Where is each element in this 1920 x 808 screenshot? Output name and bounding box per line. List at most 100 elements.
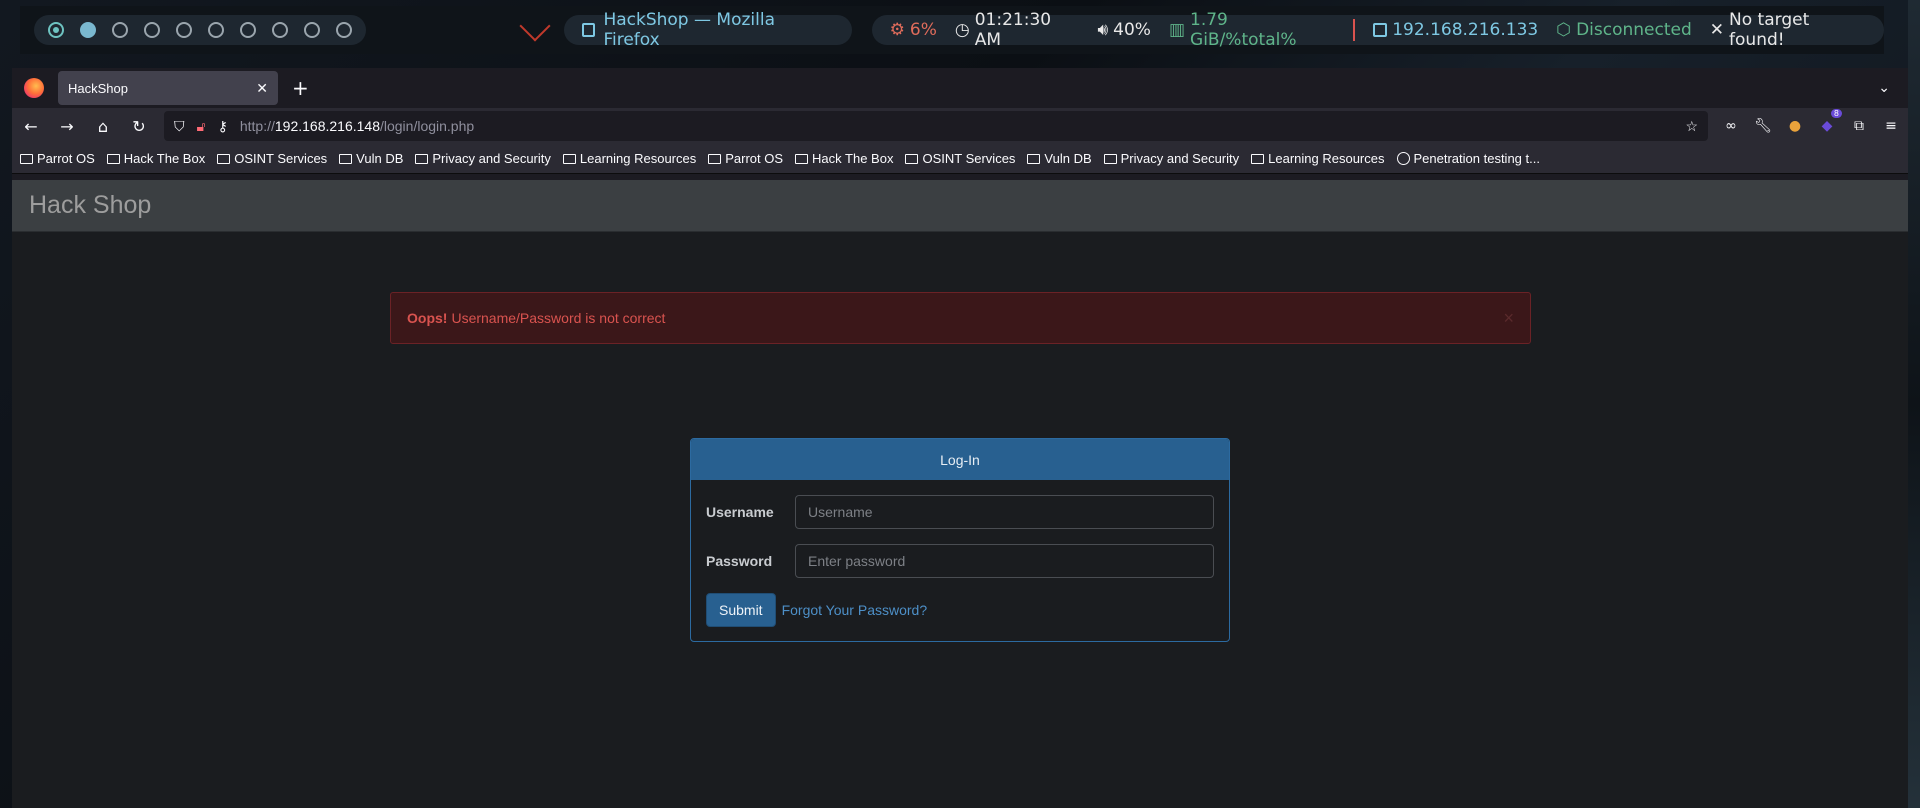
top-status-bar: HackShop — Mozilla Firefox ⚙ 6% ◷ 01:21:30…: [20, 6, 1884, 54]
globe-icon: [1396, 152, 1410, 165]
bookmark-item[interactable]: Privacy and Security: [1103, 151, 1239, 166]
bookmark-item[interactable]: Parrot OS: [708, 151, 783, 166]
vpn-icon: ⬡: [1556, 20, 1572, 40]
mask-icon[interactable]: ∞: [1722, 117, 1740, 135]
username-input[interactable]: Username: [795, 495, 1214, 529]
workspace-8[interactable]: [272, 22, 288, 38]
workspace-3[interactable]: [112, 22, 128, 38]
workspace-switcher: [34, 15, 366, 45]
forgot-password-link[interactable]: Forgot Your Password?: [782, 602, 928, 618]
workspace-7[interactable]: [240, 22, 256, 38]
window-title-pill: HackShop — Mozilla Firefox: [563, 10, 852, 50]
workspace-6[interactable]: [208, 22, 224, 38]
shield-icon[interactable]: ⛉: [174, 118, 185, 135]
web-page: Hack Shop Oops! Username/Password is not…: [12, 180, 1908, 808]
window-title: HackShop — Mozilla Firefox: [603, 10, 775, 50]
bookmark-item[interactable]: Parrot OS: [20, 151, 95, 166]
close-tab-icon[interactable]: ✕: [256, 80, 268, 97]
bookmark-label: Learning Resources: [579, 151, 697, 166]
workspace-1[interactable]: [48, 22, 64, 38]
password-input[interactable]: Enter password: [795, 544, 1214, 578]
login-heading: Log-In: [691, 439, 1229, 480]
target-stat: ✕ No target found!: [1709, 10, 1810, 50]
bookmark-item[interactable]: Hack The Box: [795, 151, 893, 166]
folder-icon: [905, 153, 919, 164]
memory-stat: ▥ 1.79 GiB/%total%: [1168, 10, 1297, 50]
bookmark-label: Vuln DB: [356, 151, 404, 166]
tab-bar: HackShop ✕ + ⌄: [12, 68, 1908, 108]
folder-icon: [106, 153, 120, 164]
system-stats: ⚙ 6% ◷ 01:21:30 AM 🔊︎ 40% ▥ 1.79 GiB/%total%…: [871, 10, 1884, 50]
navigation-toolbar: ← → ⌂ ↻ ⛉ 🔓︎ ⚷ http://192.168.216.148/lo…: [12, 108, 1908, 144]
folder-icon: [339, 153, 353, 164]
bookmark-item[interactable]: Penetration testing t...: [1396, 151, 1540, 166]
bookmark-item[interactable]: Learning Resources: [562, 151, 697, 166]
username-label: Username: [706, 504, 774, 520]
clock-stat: ◷ 01:21:30 AM: [954, 10, 1052, 50]
window-icon: [581, 23, 596, 37]
site-brand[interactable]: Hack Shop: [29, 191, 151, 220]
bookmarks-toolbar: Parrot OS Hack The Box OSINT Services Vuln …: [12, 144, 1908, 174]
folder-icon: [20, 153, 33, 164]
bookmark-star-icon[interactable]: ☆: [1685, 118, 1698, 135]
url-bar[interactable]: ⛉ 🔓︎ ⚷ http://192.168.216.148/login/logi…: [164, 111, 1708, 141]
folder-icon: [1103, 153, 1117, 164]
tab-hackshop[interactable]: HackShop ✕: [58, 71, 278, 105]
firefox-window: HackShop ✕ + ⌄ ← → ⌂ ↻ ⛉ 🔓︎ ⚷ http://192…: [12, 68, 1908, 808]
volume-stat[interactable]: 🔊︎ 40%: [1097, 20, 1151, 40]
forward-button[interactable]: →: [56, 117, 78, 136]
bookmark-label: Vuln DB: [1044, 151, 1092, 166]
new-tab-button[interactable]: +: [292, 76, 309, 100]
reload-button[interactable]: ↻: [128, 117, 150, 136]
wrench-icon[interactable]: 🔧︎: [1754, 117, 1772, 135]
workspace-2[interactable]: [80, 22, 96, 38]
workspace-4[interactable]: [144, 22, 160, 38]
bookmark-item[interactable]: OSINT Services: [217, 151, 327, 166]
error-alert: Oops! Username/Password is not correct ×: [390, 292, 1531, 344]
login-panel: Log-In Username Username Password Enter …: [690, 438, 1230, 642]
bookmark-label: OSINT Services: [234, 151, 328, 166]
username-row: Username Username: [691, 495, 1229, 529]
firefox-icon: [24, 78, 44, 98]
vpn-stat: ⬡ Disconnected: [1556, 20, 1692, 40]
login-actions: Submit Forgot Your Password?: [691, 593, 1229, 627]
folder-icon: [708, 153, 722, 164]
extensions-icon[interactable]: ⧉: [1850, 117, 1868, 135]
password-label: Password: [706, 553, 773, 569]
clock-icon: ◷: [954, 20, 970, 40]
workspace-5[interactable]: [176, 22, 192, 38]
home-button[interactable]: ⌂: [92, 117, 114, 136]
bookmark-label: Hack The Box: [812, 151, 894, 166]
bookmark-item[interactable]: Vuln DB: [1027, 151, 1092, 166]
key-icon[interactable]: ⚷: [218, 118, 228, 135]
alert-close-button[interactable]: ×: [1503, 308, 1514, 329]
parrot-logo-icon: [516, 15, 550, 45]
bookmark-item[interactable]: Privacy and Security: [415, 151, 551, 166]
bookmark-label: Parrot OS: [725, 151, 784, 166]
ip-stat: 192.168.216.133: [1373, 20, 1538, 40]
insecure-lock-icon[interactable]: 🔓︎: [197, 118, 206, 135]
bookmark-label: Parrot OS: [37, 151, 95, 166]
submit-button[interactable]: Submit: [706, 593, 776, 627]
cpu-icon: ⚙: [889, 20, 905, 40]
screen-edge: [1908, 0, 1920, 808]
folder-icon: [1027, 153, 1041, 164]
bookmark-item[interactable]: Vuln DB: [339, 151, 403, 166]
folder-icon: [562, 153, 576, 164]
cookie-extension-icon[interactable]: ●: [1786, 117, 1804, 135]
bookmark-item[interactable]: OSINT Services: [905, 151, 1015, 166]
list-all-tabs-icon[interactable]: ⌄: [1878, 80, 1890, 96]
site-navbar: Hack Shop: [12, 180, 1908, 232]
folder-icon: [1251, 153, 1265, 164]
bookmark-label: OSINT Services: [922, 151, 1016, 166]
bookmark-label: Learning Resources: [1268, 151, 1385, 166]
bookmark-item[interactable]: Learning Resources: [1251, 151, 1385, 166]
workspace-9[interactable]: [304, 22, 320, 38]
back-button[interactable]: ←: [20, 117, 42, 136]
menu-icon[interactable]: ≡: [1882, 117, 1900, 135]
workspace-10[interactable]: [336, 22, 352, 38]
bookmark-item[interactable]: Hack The Box: [106, 151, 205, 166]
cpu-stat: ⚙ 6%: [889, 20, 937, 40]
cube-extension-icon[interactable]: ◆: [1818, 109, 1842, 135]
crosshair-icon: ✕: [1709, 20, 1725, 40]
